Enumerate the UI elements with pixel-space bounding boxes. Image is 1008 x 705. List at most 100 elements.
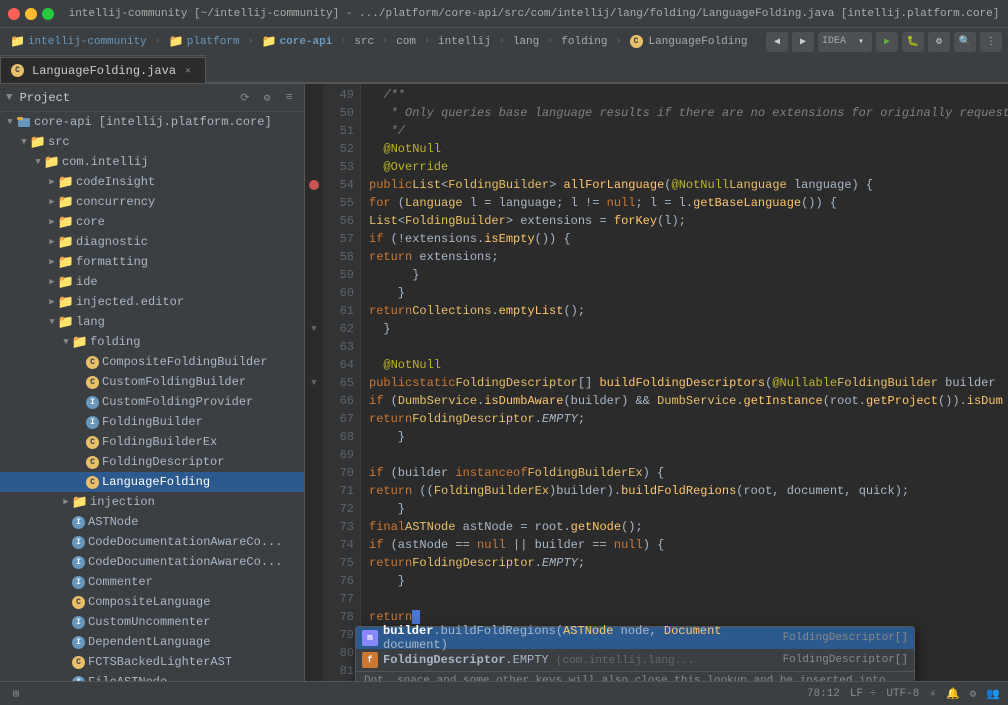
line-number-75: 75	[323, 554, 354, 572]
tree-item-codeinsight[interactable]: ▶📁codeInsight	[0, 172, 304, 192]
autocomplete-item-1[interactable]: f FoldingDescriptor.EMPTY (com.intellij.…	[356, 649, 914, 671]
settings-icon[interactable]: ⚙	[970, 687, 977, 701]
more-button[interactable]: ⋮	[980, 32, 1002, 52]
tree-item-LanguageFolding[interactable]: CLanguageFolding	[0, 472, 304, 492]
file-type-icon: I	[72, 616, 85, 629]
autocomplete-item-0[interactable]: m builder.buildFoldRegions(ASTNode node,…	[356, 627, 914, 649]
tree-item-DependentLanguage[interactable]: IDependentLanguage	[0, 632, 304, 652]
minimize-button[interactable]	[25, 8, 37, 20]
idea-label[interactable]: IDEA	[818, 32, 850, 52]
options-icon[interactable]: ≡	[280, 89, 298, 107]
tab-close-button[interactable]: ✕	[181, 64, 195, 78]
tree-item-Commenter[interactable]: ICommenter	[0, 572, 304, 592]
tree-arrow-concurrency[interactable]: ▶	[46, 196, 58, 208]
tree-arrow-ide[interactable]: ▶	[46, 276, 58, 288]
tree-arrow-formatting[interactable]: ▶	[46, 256, 58, 268]
tree-item-CompositeLanguage[interactable]: CCompositeLanguage	[0, 592, 304, 612]
window-controls[interactable]	[8, 8, 54, 20]
nav-forward-button[interactable]: ▶	[792, 32, 814, 52]
line-separator[interactable]: LF ÷	[850, 688, 876, 700]
tree-item-FileASTNode[interactable]: IFileASTNode	[0, 672, 304, 681]
tree-arrow-core[interactable]: ▶	[46, 216, 58, 228]
breakpoint-marker[interactable]	[309, 180, 319, 190]
tree-arrow-codeinsight[interactable]: ▶	[46, 176, 58, 188]
code-area[interactable]: /** * Only queries base language results…	[361, 84, 1008, 681]
search-button[interactable]: 🔍	[954, 32, 976, 52]
gutter-line-81	[305, 662, 323, 680]
idea-dropdown[interactable]: ▾	[850, 32, 872, 52]
tree-item-injected-editor[interactable]: ▶📁injected.editor	[0, 292, 304, 312]
tree-item-ASTNode[interactable]: IASTNode	[0, 512, 304, 532]
file-type-icon: C	[72, 656, 85, 669]
nav-platform[interactable]: 📁 platform	[165, 32, 244, 51]
line-number-80: 80	[323, 644, 354, 662]
gutter-line-67	[305, 410, 323, 428]
tree-item-label: CompositeLanguage	[88, 595, 210, 609]
encoding[interactable]: UTF-8	[886, 688, 919, 700]
tree-item-core-api[interactable]: ▼core-api [intellij.platform.core]	[0, 112, 304, 132]
tree-item-CustomUncommenter[interactable]: ICustomUncommenter	[0, 612, 304, 632]
tree-item-diagnostic[interactable]: ▶📁diagnostic	[0, 232, 304, 252]
tree-item-folding[interactable]: ▼📁folding	[0, 332, 304, 352]
tree-arrow-src[interactable]: ▼	[18, 136, 30, 148]
tab-bar: C LanguageFolding.java ✕	[0, 56, 1008, 84]
folder-icon: 📁	[59, 295, 73, 309]
editor-content[interactable]: ▼▼ 4950515253545556575859606162636465666…	[305, 84, 1008, 681]
debug-button[interactable]: 🐛	[902, 32, 924, 52]
cursor-position[interactable]: 78:12	[807, 688, 840, 700]
nav-intellij-community[interactable]: 📁 intellij-community	[6, 32, 151, 51]
tree-item-formatting[interactable]: ▶📁formatting	[0, 252, 304, 272]
tree-item-ide[interactable]: ▶📁ide	[0, 272, 304, 292]
tree-item-FCTSBackedLighterAST[interactable]: CFCTSBackedLighterAST	[0, 652, 304, 672]
code-line-55: for (Language l = language; l != null; l…	[369, 194, 1008, 212]
folder-icon	[17, 115, 31, 129]
tree-arrow-diagnostic[interactable]: ▶	[46, 236, 58, 248]
nav-back-button[interactable]: ◀	[766, 32, 788, 52]
tree-item-CompositeFoldingBuilder[interactable]: CCompositeFoldingBuilder	[0, 352, 304, 372]
nav-lang[interactable]: lang	[509, 34, 543, 50]
tree-item-CodeDocumentationAwareCo2[interactable]: ICodeDocumentationAwareCo...	[0, 552, 304, 572]
tree-arrow-com-intellij[interactable]: ▼	[32, 156, 44, 168]
tree-arrow-injection[interactable]: ▶	[60, 496, 72, 508]
close-button[interactable]	[8, 8, 20, 20]
tree-item-CustomFoldingProvider[interactable]: ICustomFoldingProvider	[0, 392, 304, 412]
fold-arrow-icon[interactable]: ▼	[311, 324, 316, 334]
tree-arrow-core-api[interactable]: ▼	[4, 116, 16, 128]
tree-item-core[interactable]: ▶📁core	[0, 212, 304, 232]
tree-item-FoldingDescriptor[interactable]: CFoldingDescriptor	[0, 452, 304, 472]
tree-arrow-folding[interactable]: ▼	[60, 336, 72, 348]
nav-folding[interactable]: folding	[557, 34, 611, 50]
run-button[interactable]: ▶	[876, 32, 898, 52]
tree-arrow-injected-editor[interactable]: ▶	[46, 296, 58, 308]
line-number-53: 53	[323, 158, 354, 176]
tree-item-injection[interactable]: ▶📁injection	[0, 492, 304, 512]
nav-core-api[interactable]: 📁 core-api	[258, 32, 337, 51]
nav-src[interactable]: src	[350, 34, 378, 50]
navbar-actions: ◀ ▶ IDEA ▾ ▶ 🐛 ⚙ 🔍 ⋮	[766, 32, 1002, 52]
tree-item-com-intellij[interactable]: ▼📁com.intellij	[0, 152, 304, 172]
code-line-61: return Collections.emptyList();	[369, 302, 1008, 320]
tab-languagefolding[interactable]: C LanguageFolding.java ✕	[0, 57, 206, 83]
maximize-button[interactable]	[42, 8, 54, 20]
tree-item-CodeDocumentationAwareCo1[interactable]: ICodeDocumentationAwareCo...	[0, 532, 304, 552]
gear-icon[interactable]: ⚙	[258, 89, 276, 107]
tree-arrow-lang[interactable]: ▼	[46, 316, 58, 328]
nav-com[interactable]: com	[392, 34, 420, 50]
nav-intellij[interactable]: intellij	[434, 34, 495, 50]
fold-arrow-icon[interactable]: ▼	[311, 378, 316, 388]
navbar: 📁 intellij-community › 📁 platform › 📁 co…	[0, 28, 1008, 56]
settings-button[interactable]: ⚙	[928, 32, 950, 52]
code-line-75: return FoldingDescriptor.EMPTY;	[369, 554, 1008, 572]
tree-item-label: ASTNode	[88, 515, 138, 529]
tree-item-FoldingBuilder[interactable]: IFoldingBuilder	[0, 412, 304, 432]
tree-item-lang[interactable]: ▼📁lang	[0, 312, 304, 332]
nav-languagefolding[interactable]: C LanguageFolding	[626, 33, 752, 50]
gutter: ▼▼	[305, 84, 323, 681]
tree-item-FoldingBuilderEx[interactable]: CFoldingBuilderEx	[0, 432, 304, 452]
tree-item-src[interactable]: ▼📁src	[0, 132, 304, 152]
gutter-line-57	[305, 230, 323, 248]
tree-item-CustomFoldingBuilder[interactable]: CCustomFoldingBuilder	[0, 372, 304, 392]
autocomplete-popup[interactable]: m builder.buildFoldRegions(ASTNode node,…	[355, 626, 915, 681]
tree-item-concurrency[interactable]: ▶📁concurrency	[0, 192, 304, 212]
sync-icon[interactable]: ⟳	[236, 89, 254, 107]
